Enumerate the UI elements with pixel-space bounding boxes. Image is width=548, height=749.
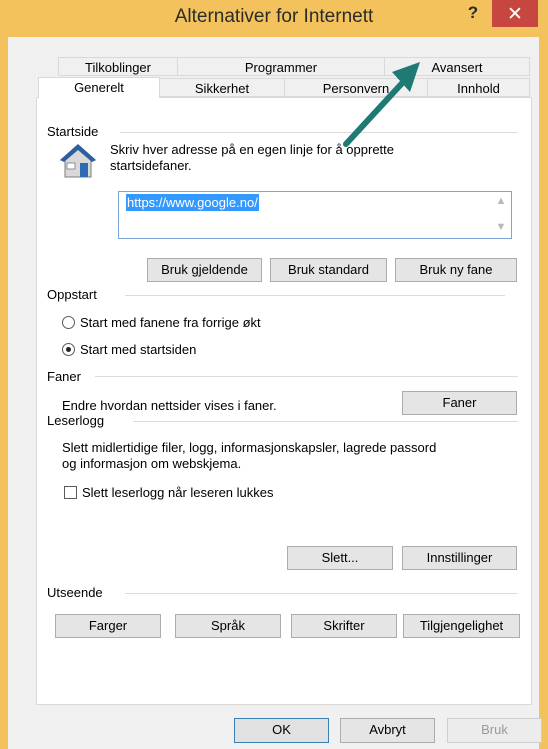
annotation-arrow — [343, 62, 420, 147]
dialog-window: Alternativer for Internett ? ✕ Tilkoblin… — [0, 0, 548, 749]
